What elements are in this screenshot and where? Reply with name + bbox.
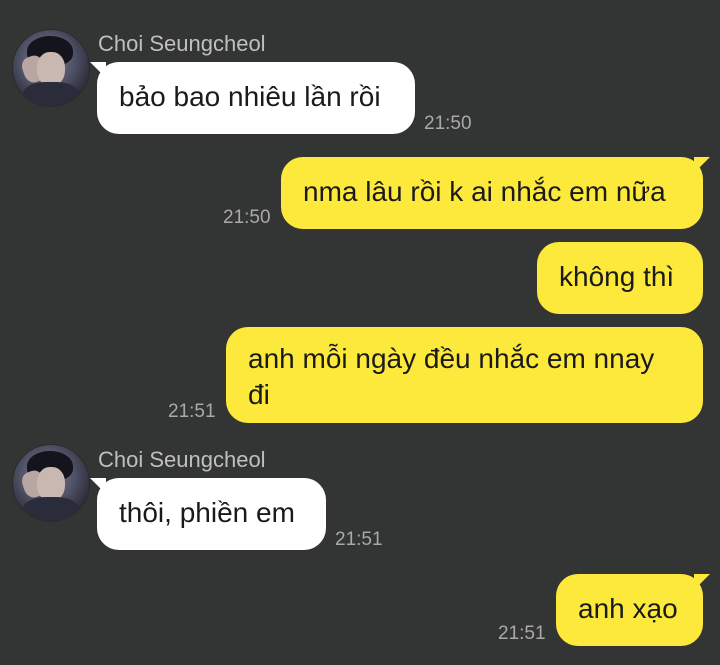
message-timestamp: 21:51 [335, 529, 383, 550]
message-timestamp: 21:50 [424, 113, 472, 134]
incoming-message-bubble[interactable]: thôi, phiền em [90, 478, 326, 550]
sender-name: Choi Seungcheol [98, 31, 266, 56]
bubble-tail [694, 157, 710, 173]
message-text: thôi, phiền em [119, 497, 295, 528]
contact-avatar[interactable] [12, 444, 90, 522]
bubble-tail [90, 62, 106, 78]
message-text: bảo bao nhiêu lần rồi [119, 81, 381, 112]
sender-name: Choi Seungcheol [98, 447, 266, 472]
chat-thread[interactable]: Choi Seungcheol bảo bao nhiêu lần rồi 21… [0, 0, 720, 665]
message-timestamp: 21:51 [498, 623, 546, 644]
avatar-body [23, 497, 79, 521]
avatar-face [37, 52, 65, 86]
message-timestamp: 21:51 [168, 401, 216, 422]
message-text: không thì [559, 261, 675, 292]
bubble-tail [90, 478, 106, 494]
incoming-message-bubble[interactable]: bảo bao nhiêu lần rồi [90, 62, 415, 134]
message-timestamp: 21:50 [223, 207, 271, 228]
bubble-tail [694, 574, 710, 590]
message-text: anh xạo [578, 593, 678, 624]
avatar-body [23, 82, 79, 106]
outgoing-message-bubble[interactable]: anh xạo [556, 574, 710, 646]
outgoing-message-bubble[interactable]: anh mỗi ngày đều nhắc em nnay đi [226, 327, 703, 423]
outgoing-message-bubble[interactable]: nma lâu rồi k ai nhắc em nữa [281, 157, 710, 229]
contact-avatar[interactable] [12, 29, 90, 107]
message-text: nma lâu rồi k ai nhắc em nữa [303, 176, 666, 207]
message-text: anh mỗi ngày đều nhắc em nnay đi [248, 343, 655, 410]
avatar-face [37, 467, 65, 501]
outgoing-message-bubble[interactable]: không thì [537, 242, 703, 314]
